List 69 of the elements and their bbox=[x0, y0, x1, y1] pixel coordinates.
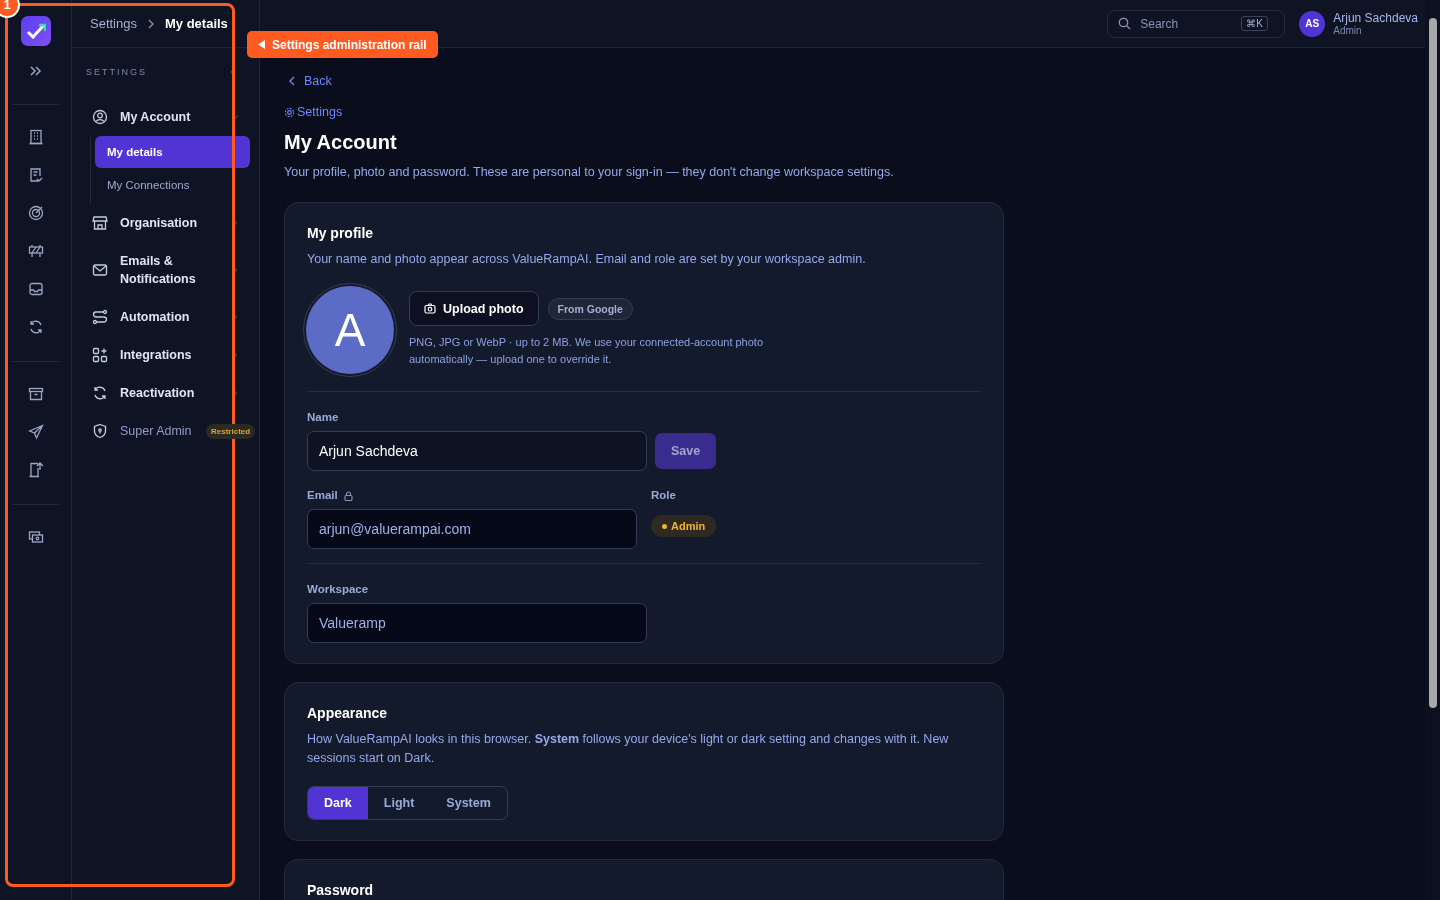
nav-subitem[interactable]: My details bbox=[95, 136, 250, 168]
breadcrumb-link[interactable]: Settings bbox=[90, 16, 137, 31]
mail-icon bbox=[92, 262, 108, 278]
route-icon bbox=[92, 309, 108, 325]
nav-item[interactable]: Reactivation bbox=[72, 374, 259, 412]
upload-photo-button[interactable]: Upload photo bbox=[409, 291, 539, 326]
gear-icon bbox=[284, 106, 295, 118]
theme-option[interactable]: Light bbox=[367, 787, 431, 819]
document-check-icon[interactable] bbox=[27, 167, 44, 183]
user-avatar[interactable]: AS bbox=[1299, 10, 1326, 37]
scrollbar[interactable] bbox=[1425, 0, 1440, 900]
field-label: Workspace bbox=[307, 583, 370, 595]
name-input[interactable]: Arjun Sachdeva bbox=[307, 431, 647, 471]
field-label: Name bbox=[307, 411, 340, 423]
email-input[interactable]: arjun@valuerampai.com bbox=[307, 509, 637, 549]
user-icon bbox=[92, 109, 108, 125]
card-title: Appearance bbox=[307, 705, 389, 721]
card-description: Your name and photo appear across ValueRampAI. Email and role are set by your workspace admin. bbox=[307, 251, 867, 268]
field-label: Email bbox=[307, 489, 338, 501]
user-name: Arjun Sachdeva bbox=[1333, 11, 1418, 25]
archive-icon[interactable] bbox=[27, 386, 44, 402]
store-icon bbox=[92, 215, 108, 231]
barrier-icon[interactable] bbox=[27, 243, 44, 259]
search-input[interactable]: Search bbox=[1138, 15, 1235, 32]
shield-icon bbox=[92, 423, 108, 439]
shortcut-key: ⌘K bbox=[1241, 16, 1268, 31]
nav-item[interactable]: Organisation bbox=[72, 204, 259, 242]
section-heading: SETTINGS bbox=[86, 67, 147, 77]
page-subtitle: Your profile, photo and password. These are personal to your sign-in — they don't change workspace settings. bbox=[284, 165, 895, 179]
card-description: How ValueRampAI looks in this browser. System follows your device's light or dark setting and changes with it. New sessions start on Dark. bbox=[307, 731, 950, 767]
chevron-right-icon bbox=[147, 18, 155, 29]
card-title: My profile bbox=[307, 225, 375, 241]
annotation-callout: Settings administration rail bbox=[247, 31, 438, 58]
field-label: Role bbox=[651, 489, 677, 501]
nav-item[interactable]: Automation bbox=[72, 298, 259, 336]
user-role: Admin bbox=[1333, 25, 1363, 36]
pointer-icon bbox=[258, 40, 266, 49]
refresh-icon[interactable] bbox=[27, 319, 44, 335]
app-logo[interactable] bbox=[20, 16, 51, 46]
page-title: My Account bbox=[284, 131, 398, 154]
nav-item[interactable]: My Account bbox=[72, 98, 259, 136]
search-icon bbox=[1118, 17, 1132, 30]
settings-link[interactable]: Settings bbox=[284, 105, 343, 119]
back-link[interactable]: Back bbox=[288, 74, 332, 88]
theme-option[interactable]: System bbox=[430, 787, 507, 819]
building-icon[interactable] bbox=[27, 129, 44, 145]
restricted-badge: Restricted bbox=[206, 423, 256, 439]
card-title: Password bbox=[307, 882, 375, 898]
nav-subitem[interactable]: My Connections bbox=[95, 169, 250, 201]
workspace-input[interactable]: Valueramp bbox=[307, 603, 647, 643]
expand-icon[interactable] bbox=[28, 64, 43, 78]
theme-option[interactable]: Dark bbox=[308, 787, 368, 819]
inbox-icon[interactable] bbox=[27, 281, 44, 297]
annotation-number: 1 bbox=[0, 0, 20, 18]
grid-icon bbox=[92, 347, 108, 363]
photo-source-badge: From Google bbox=[547, 297, 633, 320]
target-icon[interactable] bbox=[27, 205, 44, 221]
search-field[interactable]: Search ⌘K bbox=[1107, 9, 1286, 38]
screens-settings-icon[interactable] bbox=[27, 529, 44, 545]
breadcrumb-current: My details bbox=[165, 16, 228, 31]
photo-hint: PNG, JPG or WebP · up to 2 MB. We use your connected-account photo automatically — upload one to override it. bbox=[409, 335, 764, 367]
nav-item[interactable]: Emails & Notifications bbox=[72, 242, 259, 298]
chevron-left-icon bbox=[288, 76, 296, 86]
nav-item[interactable]: Integrations bbox=[72, 336, 259, 374]
camera-icon bbox=[424, 303, 436, 314]
role-badge: Admin bbox=[651, 515, 717, 537]
exit-door-icon[interactable] bbox=[27, 462, 44, 478]
send-icon[interactable] bbox=[27, 424, 44, 440]
refresh-icon bbox=[92, 385, 108, 401]
